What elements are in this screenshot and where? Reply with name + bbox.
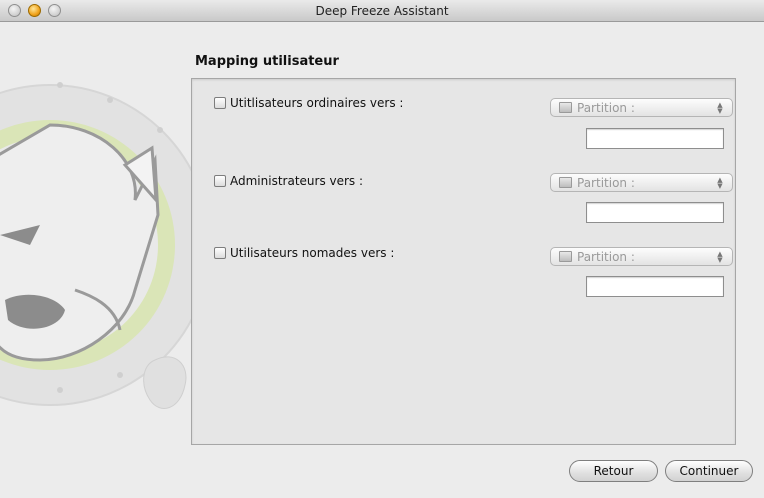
page-title: Mapping utilisateur [195, 54, 339, 69]
disk-icon [559, 251, 572, 262]
stepper-icon: ▲ ▼ [717, 100, 723, 115]
back-button[interactable]: Retour [569, 460, 658, 482]
administrators-option[interactable]: Administrateurs vers : [214, 174, 363, 188]
ordinary-users-label: Utitlisateurs ordinaires vers : [230, 96, 404, 110]
mobile-users-checkbox[interactable] [214, 247, 226, 259]
ordinary-users-option[interactable]: Utitlisateurs ordinaires vers : [214, 96, 403, 110]
title-bar[interactable]: Deep Freeze Assistant [0, 0, 764, 22]
mobile-users-label: Utilisateurs nomades vers : [230, 246, 395, 260]
polar-bear-logo [0, 82, 200, 409]
popup-value: Partition : [577, 249, 635, 264]
administrators-checkbox[interactable] [214, 175, 226, 187]
assistant-window: Deep Freeze Assistant Mapping utilisateu… [0, 0, 764, 498]
ordinary-users-checkbox[interactable] [214, 97, 226, 109]
administrators-field[interactable] [586, 202, 724, 223]
popup-value: Partition : [577, 100, 635, 115]
mobile-users-partition-popup[interactable]: Partition : ▲ ▼ [550, 247, 733, 266]
popup-value: Partition : [577, 175, 635, 190]
administrators-label: Administrateurs vers : [230, 174, 364, 188]
mobile-users-field[interactable] [586, 276, 724, 297]
ordinary-users-field[interactable] [586, 128, 724, 149]
ordinary-users-partition-popup[interactable]: Partition : ▲ ▼ [550, 98, 733, 117]
stepper-icon: ▲ ▼ [717, 175, 723, 190]
disk-icon [559, 177, 572, 188]
administrators-partition-popup[interactable]: Partition : ▲ ▼ [550, 173, 733, 192]
window-title: Deep Freeze Assistant [315, 4, 449, 18]
continue-button[interactable]: Continuer [665, 460, 753, 482]
stepper-icon: ▲ ▼ [717, 249, 723, 264]
mobile-users-option[interactable]: Utilisateurs nomades vers : [214, 246, 394, 260]
disk-icon [559, 102, 572, 113]
